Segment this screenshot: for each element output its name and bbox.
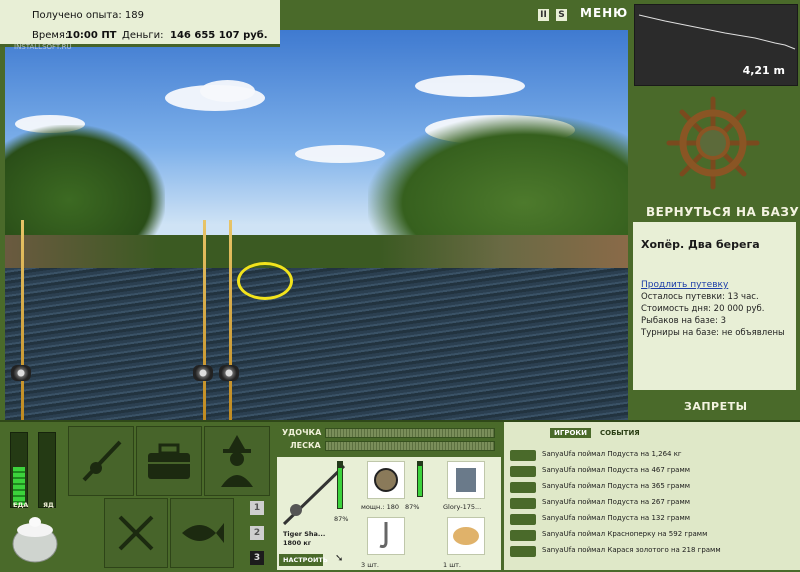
time-label: Время: (32, 30, 69, 41)
event-row: SanyaUfa поймал Подуста на 467 грамм (508, 464, 798, 479)
base-title: Хопёр. Два берега (641, 238, 760, 251)
fish-icon (510, 498, 536, 509)
fisherman-icon (221, 435, 253, 487)
fish-icon (510, 514, 536, 525)
reel-power: мощн.: 180 (361, 503, 399, 511)
bans-button[interactable]: ЗАПРЕТЫ (684, 400, 748, 413)
base-info: Хопёр. Два берега Продлить путевку Остал… (633, 222, 796, 390)
setup-label: НАСТРОИТЬ (283, 556, 328, 564)
slot-3[interactable]: 3 (250, 551, 264, 565)
fishing-rod-2[interactable] (203, 220, 206, 420)
extend-permit-link[interactable]: Продлить путевку (641, 280, 728, 290)
event-row: SanyaUfa поймал Подуста на 267 грамм (508, 496, 798, 511)
rod-name: Tiger Sha... (283, 530, 326, 538)
event-row: SanyaUfa поймал Подуста на 132 грамм (508, 512, 798, 527)
event-text: SanyaUfa поймал Подуста на 1,264 кг (542, 450, 682, 458)
food-label: ЕДА (13, 501, 29, 509)
watermark: INSTALLSOFT.RU (14, 43, 72, 51)
rod-bar-label: УДОЧКА (282, 428, 322, 437)
slot-1[interactable]: 1 (250, 501, 264, 515)
ship-wheel-icon[interactable] (666, 96, 760, 190)
rod-condition-bar (337, 461, 343, 509)
float-marker (237, 262, 293, 300)
line-tension-bar (325, 441, 495, 451)
event-text: SanyaUfa поймал Красноперку на 592 грамм (542, 530, 708, 538)
event-row: SanyaUfa поймал Карася золотого на 218 г… (508, 544, 798, 559)
poison-label: ЯД (43, 501, 54, 509)
rod-icon (82, 440, 122, 482)
fishing-rod-3[interactable] (229, 220, 232, 420)
event-text: SanyaUfa поймал Подуста на 267 грамм (542, 498, 691, 506)
day-cost: Стоимость дня: 20 000 руб. (641, 304, 765, 314)
rods-tile[interactable] (68, 426, 134, 496)
fish-tile[interactable] (170, 498, 234, 568)
fish-icon (510, 546, 536, 557)
reel-1[interactable] (11, 365, 31, 381)
event-row: SanyaUfa поймал Подуста на 365 грамм (508, 480, 798, 495)
event-text: SanyaUfa поймал Подуста на 132 грамм (542, 514, 691, 522)
fish-icon (182, 523, 224, 543)
food-meter (10, 432, 28, 508)
fish-icon (510, 482, 536, 493)
line-name: Glory-175... (443, 503, 482, 511)
money-value: 146 655 107 руб. (170, 30, 268, 41)
event-text: SanyaUfa поймал Карася золотого на 218 г… (542, 546, 721, 554)
return-to-base-button[interactable]: ВЕРНУТЬСЯ НА БАЗУ (646, 205, 799, 219)
tackle-box-icon (148, 443, 190, 479)
event-row: SanyaUfa поймал Подуста на 1,264 кг (508, 448, 798, 463)
fish-icon (510, 450, 536, 461)
hook-count: 3 шт. (361, 561, 380, 569)
fish-icon (510, 466, 536, 477)
tab-players[interactable]: ИГРОКИ (550, 428, 591, 438)
permit-remaining: Осталось путевки: 13 час. (641, 292, 759, 302)
reel-image[interactable] (367, 461, 405, 499)
status-header: Получено опыта: 189 Время: 10:00 ПТ День… (0, 0, 280, 47)
depth-chart: 4,21 m (634, 4, 798, 86)
reel-2[interactable] (193, 365, 213, 381)
arrow-icon: ➘ (335, 553, 344, 564)
gear-panel: 87% Tiger Sha... 1800 кг НАСТРОИТЬ ➘ мощ… (277, 457, 501, 570)
event-text: SanyaUfa поймал Подуста на 467 грамм (542, 466, 691, 474)
line-spool-image[interactable] (447, 461, 485, 499)
pot-icon[interactable] (8, 512, 62, 566)
rod-max-weight: 1800 кг (283, 539, 312, 547)
reel-condition-text: 87% (405, 503, 420, 511)
experience-text: Получено опыта: 189 (32, 10, 144, 21)
poison-meter (38, 432, 56, 508)
tackle-box-tile[interactable] (136, 426, 202, 496)
slot-2[interactable]: 2 (250, 526, 264, 540)
rod-tension-bar (325, 428, 495, 438)
setup-button[interactable]: НАСТРОИТЬ (279, 554, 328, 566)
reel-condition-bar (417, 461, 423, 497)
knife-fork-icon (118, 515, 154, 551)
depth-value: 4,21 m (742, 64, 785, 77)
time-value: 10:00 ПТ (66, 30, 117, 41)
rod-condition-text: 87% (334, 515, 349, 523)
line-bar-label: ЛЕСКА (290, 441, 321, 450)
tab-events[interactable]: СОБЫТИЯ (596, 428, 644, 438)
fisherman-tile[interactable] (204, 426, 270, 496)
menu-button[interactable]: МЕНЮ (580, 6, 628, 20)
events-panel: ИГРОКИ СОБЫТИЯ SanyaUfa поймал Подуста н… (504, 422, 800, 570)
fish-icon (510, 530, 536, 541)
bait-image[interactable] (447, 517, 485, 555)
hook-image[interactable] (367, 517, 405, 555)
food-tile[interactable] (104, 498, 168, 568)
reel-3[interactable] (219, 365, 239, 381)
pause-button[interactable]: II (538, 9, 549, 21)
event-text: SanyaUfa поймал Подуста на 365 грамм (542, 482, 691, 490)
money-label: Деньги: (122, 30, 164, 41)
bait-count: 1 шт. (443, 561, 462, 569)
sound-button[interactable]: S (556, 9, 567, 21)
fishing-scene[interactable] (5, 30, 628, 420)
fishing-rod-1[interactable] (21, 220, 24, 420)
event-row: SanyaUfa поймал Красноперку на 592 грамм (508, 528, 798, 543)
anglers-count: Рыбаков на базе: 3 (641, 316, 726, 326)
tournaments: Турниры на базе: не объявлены (641, 328, 785, 338)
